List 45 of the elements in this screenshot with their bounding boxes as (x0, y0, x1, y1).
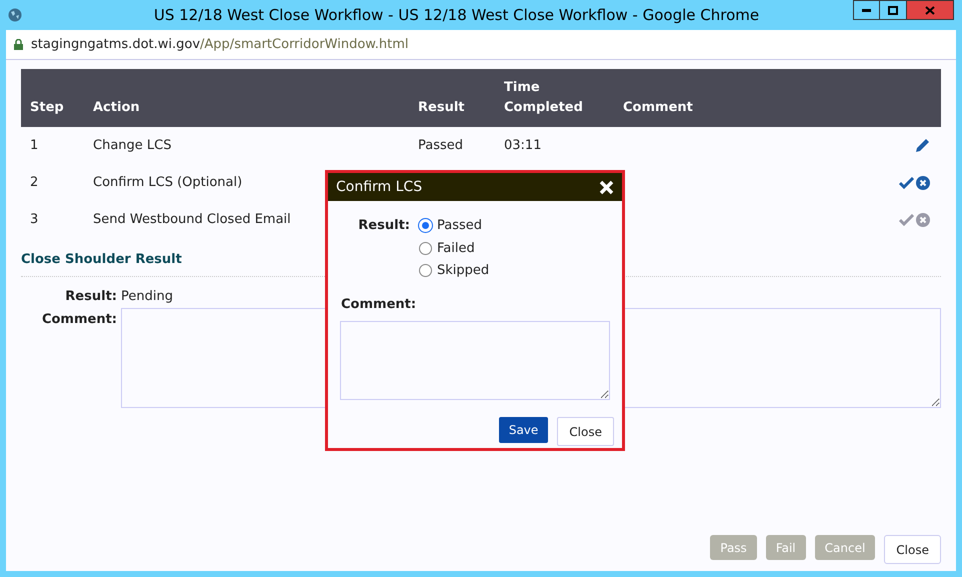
minimize-button[interactable] (853, 0, 880, 20)
save-button[interactable]: Save (498, 417, 548, 443)
radio-label: Passed (437, 217, 482, 235)
cancel-icon[interactable] (916, 212, 930, 226)
close-button[interactable]: Close (884, 535, 941, 564)
table-cell: 2 (30, 174, 38, 190)
lock-icon (14, 39, 23, 50)
minimize-icon (862, 8, 871, 12)
close-button[interactable]: Close (557, 417, 614, 446)
close-icon (599, 180, 614, 194)
table-cell: Send Westbound Closed Email (93, 212, 291, 227)
field-label: Comment: (42, 311, 117, 329)
table-cell: Passed (418, 138, 464, 153)
close-icon (925, 6, 935, 14)
column-header: Comment (623, 98, 693, 116)
table-cell: 1 (30, 138, 38, 153)
window-title: US 12/18 West Close Workflow - US 12/18 West Close Workflow - Google Chrome (154, 4, 760, 26)
radio-label: Failed (437, 240, 475, 258)
field-label: Result: (357, 217, 410, 235)
globe-icon (8, 8, 22, 22)
column-header: Action (93, 98, 140, 116)
section-heading: Close Shoulder Result (21, 251, 182, 269)
radio-button[interactable] (419, 264, 432, 278)
comment-field[interactable] (340, 321, 610, 400)
field-label: Result: (65, 288, 117, 306)
dialog-title: Confirm LCS (336, 178, 424, 196)
column-header: Time Completed (504, 79, 584, 116)
table-cell: Change LCS (93, 138, 172, 153)
result-value: Pending (121, 288, 173, 306)
column-header: Result (418, 98, 464, 116)
close-button[interactable] (599, 180, 614, 194)
check-icon[interactable] (899, 176, 914, 188)
close-window-button[interactable] (907, 0, 954, 20)
check-icon[interactable] (899, 214, 914, 226)
column-header: Step (30, 98, 64, 116)
table-cell: Confirm LCS (Optional) (93, 174, 242, 190)
radio-button[interactable] (419, 242, 432, 255)
field-label: Comment: (341, 296, 416, 314)
maximize-button[interactable] (880, 0, 907, 20)
maximize-icon (888, 6, 898, 14)
radio-label: Skipped (437, 262, 490, 280)
cancel-icon[interactable] (916, 176, 930, 190)
pencil-icon[interactable] (915, 138, 930, 153)
table-cell: 03:11 (504, 138, 542, 153)
table-cell: 3 (30, 212, 38, 227)
